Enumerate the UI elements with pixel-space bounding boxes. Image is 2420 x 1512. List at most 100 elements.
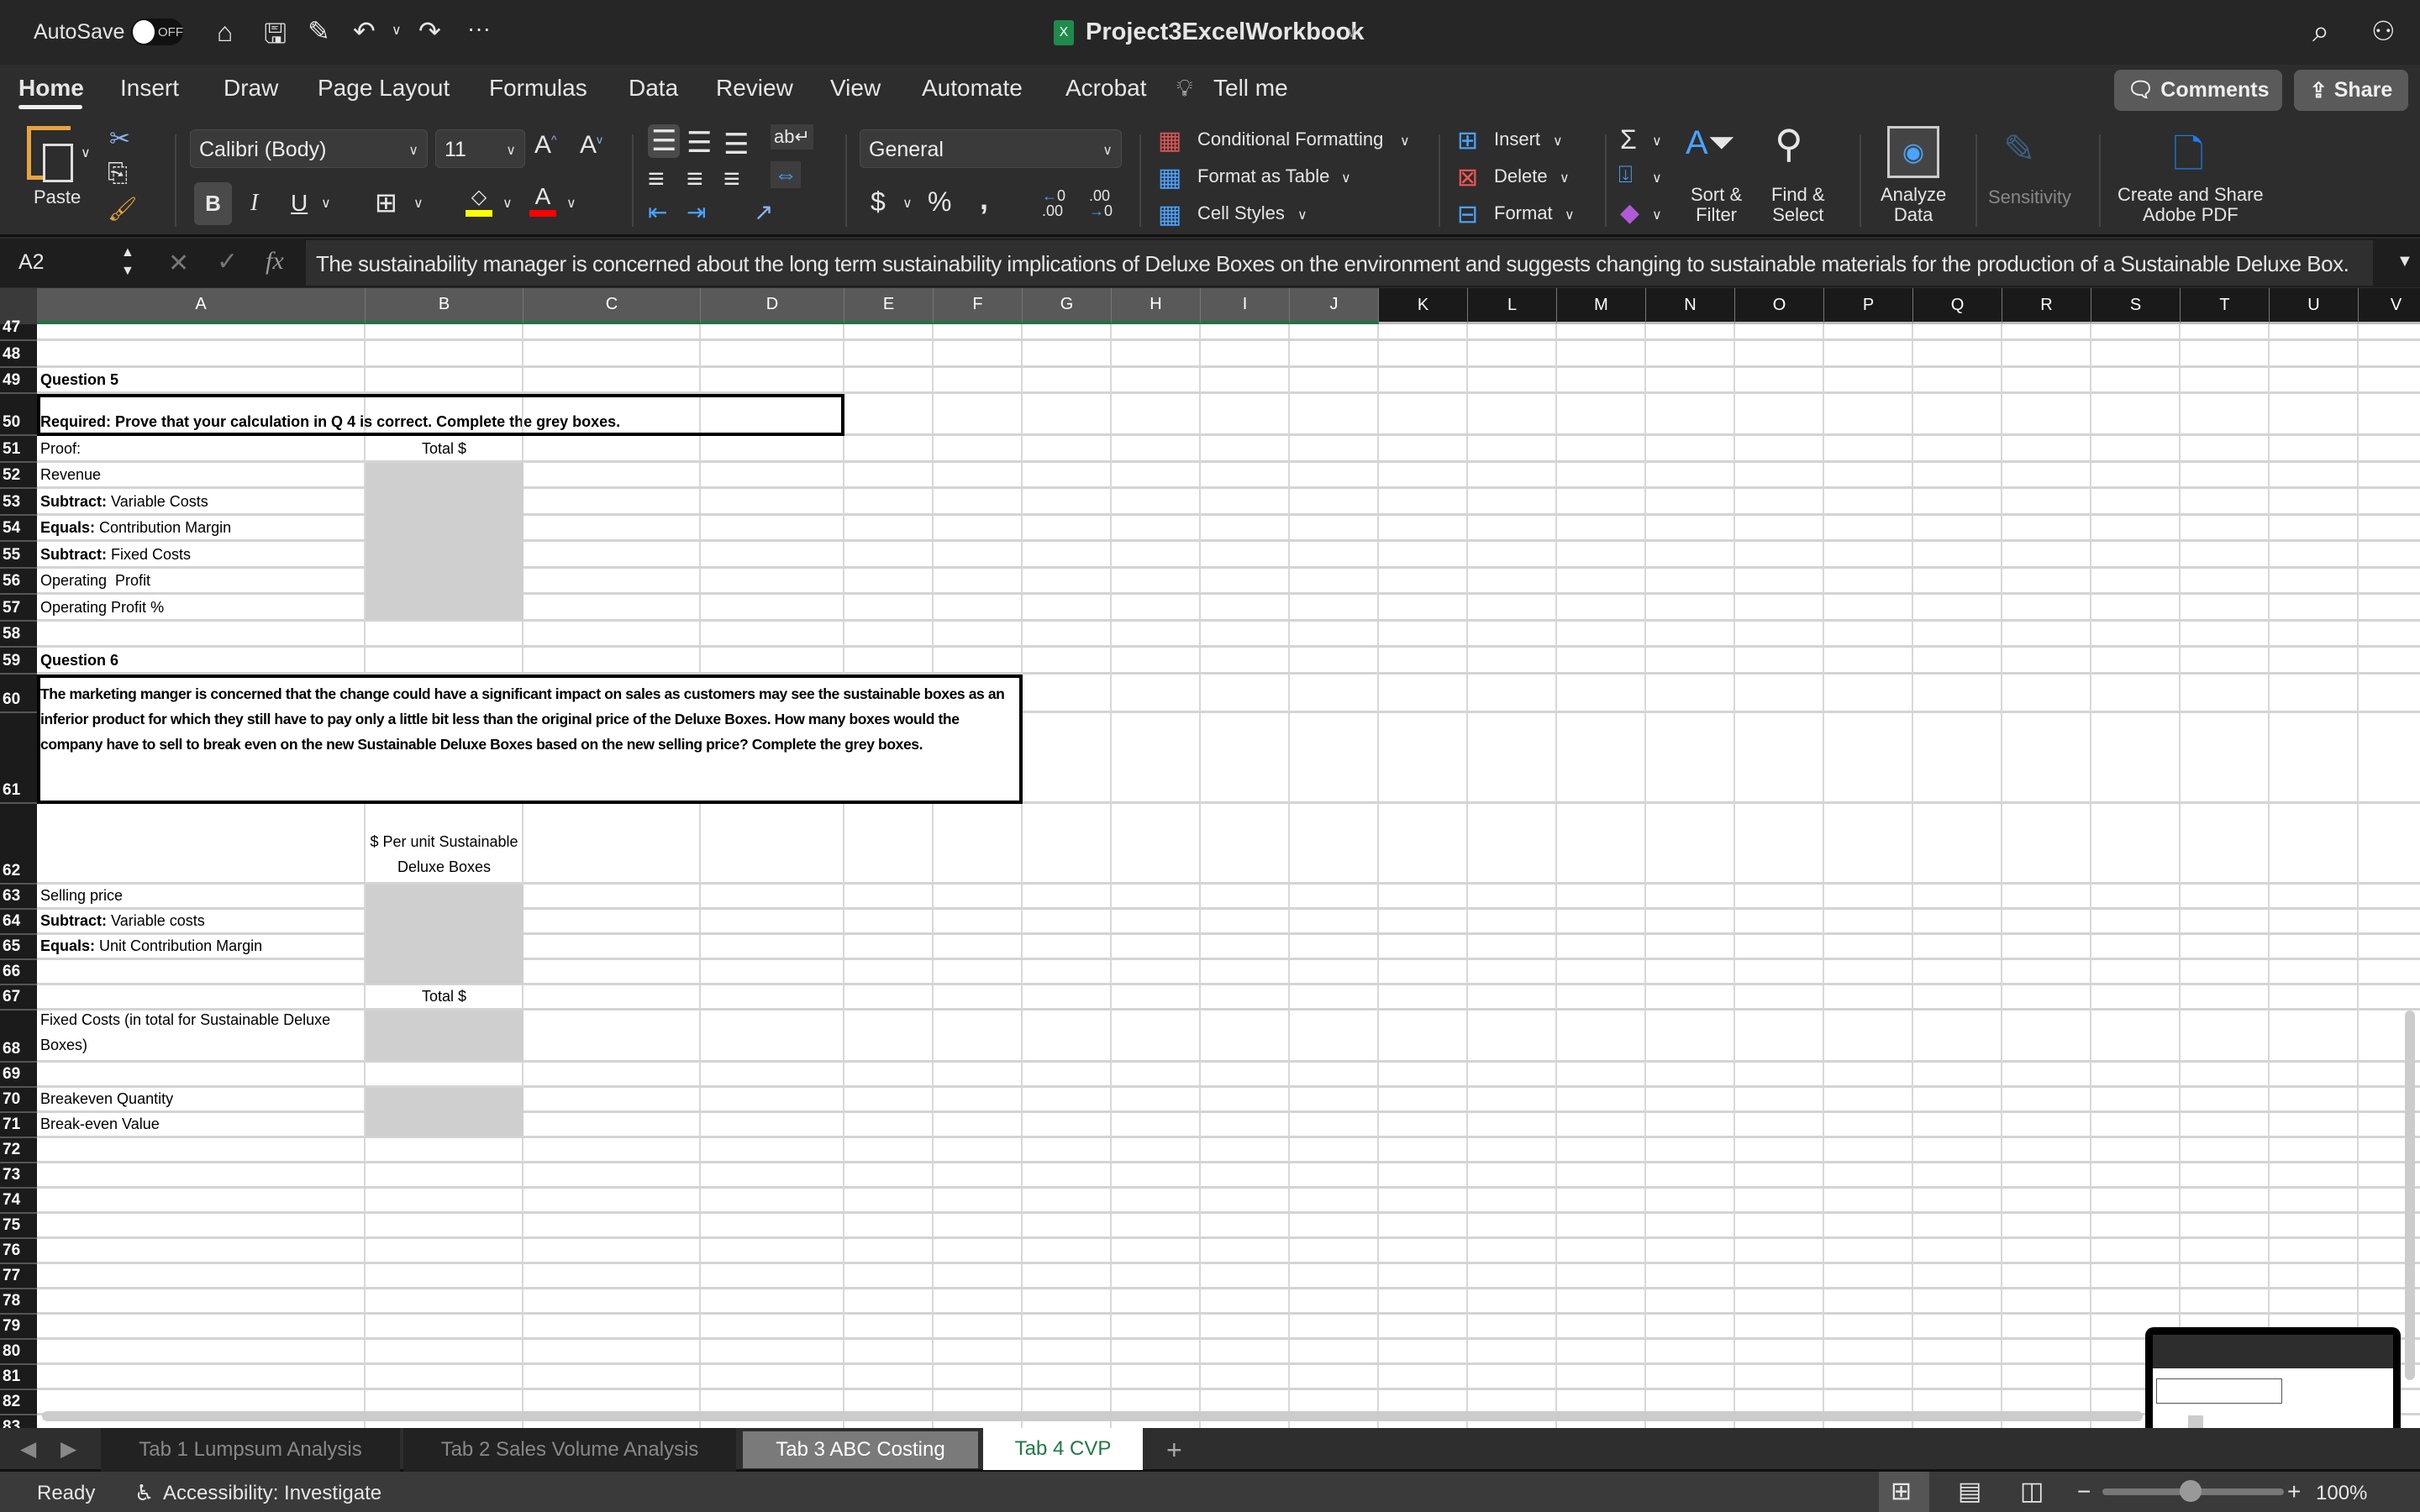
cell-J54[interactable] xyxy=(1290,516,1379,543)
cell-S75[interactable] xyxy=(2091,1214,2181,1239)
cell-L63[interactable] xyxy=(1468,885,1557,910)
cell-O47[interactable] xyxy=(1735,324,1824,341)
cell-H49[interactable] xyxy=(1112,368,1201,395)
column-header-H[interactable]: H xyxy=(1112,288,1201,324)
cell-D59[interactable] xyxy=(701,648,844,675)
cell-Q57[interactable] xyxy=(1913,595,2002,622)
cell-N55[interactable] xyxy=(1646,542,1735,569)
cell-U55[interactable] xyxy=(2270,542,2359,569)
cell-L76[interactable] xyxy=(1468,1239,1557,1264)
cell-E47[interactable] xyxy=(844,324,934,341)
cell-I49[interactable] xyxy=(1201,368,1290,395)
cell-C71[interactable] xyxy=(523,1113,701,1138)
cell-C58[interactable] xyxy=(523,622,701,648)
format-as-table-button[interactable]: Format as Table xyxy=(1197,165,1329,187)
horizontal-scrollbar[interactable] xyxy=(42,1411,2143,1421)
cell-C50[interactable] xyxy=(523,394,701,436)
cell-S54[interactable] xyxy=(2091,516,2181,543)
cell-I63[interactable] xyxy=(1201,885,1290,910)
cell-F49[interactable] xyxy=(934,368,1023,395)
cell-F53[interactable] xyxy=(934,489,1023,516)
cell-B73[interactable] xyxy=(366,1163,523,1189)
cell-V54[interactable] xyxy=(2359,516,2420,543)
cell-D80[interactable] xyxy=(701,1340,844,1365)
cell-C75[interactable] xyxy=(523,1214,701,1239)
page-layout-view-icon[interactable]: ▤ xyxy=(1958,1477,1981,1506)
cell-B58[interactable] xyxy=(366,622,523,648)
cell-H53[interactable] xyxy=(1112,489,1201,516)
grey-input-box[interactable] xyxy=(366,885,523,984)
cell-E63[interactable] xyxy=(844,885,934,910)
cell-G64[interactable] xyxy=(1023,910,1112,935)
cell-G67[interactable] xyxy=(1023,985,1112,1011)
cell-G79[interactable] xyxy=(1023,1315,1112,1340)
cell-I80[interactable] xyxy=(1201,1340,1290,1365)
tab-data[interactable]: Data xyxy=(629,75,678,102)
cell-G49[interactable] xyxy=(1023,368,1112,395)
analyze-data-icon[interactable]: ◉ xyxy=(1887,126,1939,178)
cell-K67[interactable] xyxy=(1379,985,1468,1011)
cell-T70[interactable] xyxy=(2181,1088,2270,1113)
cell-G50[interactable] xyxy=(1023,394,1112,436)
cell-R65[interactable] xyxy=(2002,935,2091,960)
cell-U71[interactable] xyxy=(2270,1113,2359,1138)
cell-S73[interactable] xyxy=(2091,1163,2181,1189)
cell-I47[interactable] xyxy=(1201,324,1290,341)
cell-M70[interactable] xyxy=(1557,1088,1646,1113)
cell-K59[interactable] xyxy=(1379,648,1468,675)
cell-P47[interactable] xyxy=(1824,324,1913,341)
cell-D70[interactable] xyxy=(701,1088,844,1113)
cell-B47[interactable] xyxy=(366,324,523,341)
cell-G71[interactable] xyxy=(1023,1113,1112,1138)
cell-T76[interactable] xyxy=(2181,1239,2270,1264)
cell-E52[interactable] xyxy=(844,463,934,490)
cell-T52[interactable] xyxy=(2181,463,2270,490)
cell-T71[interactable] xyxy=(2181,1113,2270,1138)
cell-G68[interactable] xyxy=(1023,1011,1112,1063)
cell-F51[interactable] xyxy=(934,436,1023,463)
cell-S52[interactable] xyxy=(2091,463,2181,490)
cell-N75[interactable] xyxy=(1646,1214,1735,1239)
cell-J51[interactable] xyxy=(1290,436,1379,463)
cell-N62[interactable] xyxy=(1646,804,1735,885)
cell-U64[interactable] xyxy=(2270,910,2359,935)
cell-R51[interactable] xyxy=(2002,436,2091,463)
cell-P52[interactable] xyxy=(1824,463,1913,490)
align-right-icon[interactable]: ≡ xyxy=(723,163,740,196)
cell-N57[interactable] xyxy=(1646,595,1735,622)
cell-V61[interactable] xyxy=(2359,713,2420,804)
cell-J61[interactable] xyxy=(1290,713,1379,804)
cell-A76[interactable] xyxy=(37,1239,366,1264)
cell-T62[interactable] xyxy=(2181,804,2270,885)
row-header-56[interactable]: 56 xyxy=(0,569,37,596)
cell-C47[interactable] xyxy=(523,324,701,341)
cell-A68[interactable]: Fixed Costs (in total for Sustainable De… xyxy=(37,1011,366,1063)
cell-T51[interactable] xyxy=(2181,436,2270,463)
format-painter-icon[interactable]: 🖌︎ xyxy=(108,195,138,223)
cell-Q58[interactable] xyxy=(1913,622,2002,648)
cell-C64[interactable] xyxy=(523,910,701,935)
row-header-67[interactable]: 67 xyxy=(0,985,37,1011)
cell-Q50[interactable] xyxy=(1913,394,2002,436)
cell-H61[interactable] xyxy=(1112,713,1201,804)
cell-B75[interactable] xyxy=(366,1214,523,1239)
cell-Q70[interactable] xyxy=(1913,1088,2002,1113)
tell-me-search[interactable]: Tell me xyxy=(1213,75,1288,102)
cell-B77[interactable] xyxy=(366,1264,523,1289)
cell-A70[interactable]: Breakeven Quantity xyxy=(37,1088,366,1113)
cell-F64[interactable] xyxy=(934,910,1023,935)
cell-B67[interactable]: Total $ xyxy=(366,985,523,1011)
workbook-title[interactable]: Project3ExcelWorkbook xyxy=(1086,18,1364,46)
cell-N49[interactable] xyxy=(1646,368,1735,395)
row-header-74[interactable]: 74 xyxy=(0,1189,37,1214)
cell-G58[interactable] xyxy=(1023,622,1112,648)
cell-M74[interactable] xyxy=(1557,1189,1646,1214)
vertical-scrollbar[interactable] xyxy=(2405,1011,2415,1380)
cell-R80[interactable] xyxy=(2002,1340,2091,1365)
copy-icon[interactable]: ⎘ xyxy=(108,160,128,188)
cell-Q55[interactable] xyxy=(1913,542,2002,569)
sheet-tab-2[interactable]: Tab 2 Sales Volume Analysis xyxy=(403,1428,736,1472)
cell-Q74[interactable] xyxy=(1913,1189,2002,1214)
column-header-A[interactable]: A xyxy=(37,288,366,324)
cell-H78[interactable] xyxy=(1112,1289,1201,1315)
